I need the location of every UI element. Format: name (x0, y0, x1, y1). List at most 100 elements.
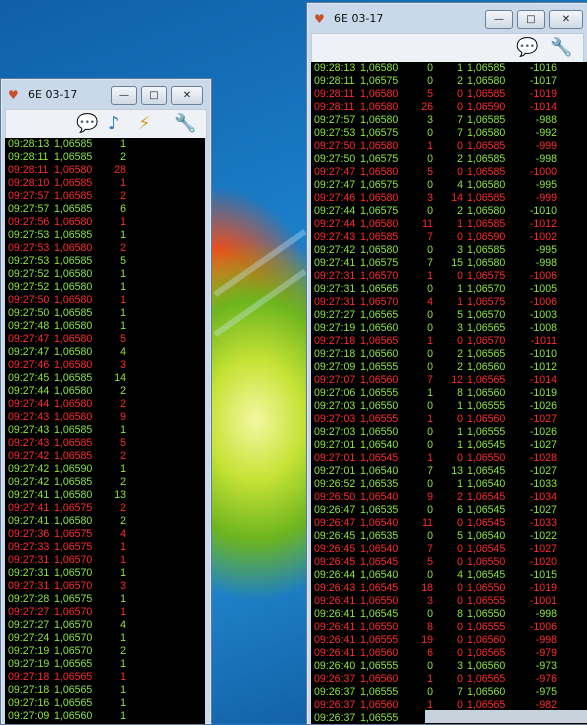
trade-volume: 13 (114, 489, 126, 501)
cumulative-delta: -979 (535, 647, 557, 659)
trade-row: 09:27:42 1,06580 0 3 1,06585 -995 (311, 244, 587, 257)
trade-time: 09:27:44 (314, 205, 356, 217)
chat-icon[interactable]: 💬 (516, 37, 538, 59)
trade-time: 09:27:18 (314, 335, 356, 347)
trade-time: 09:26:41 (314, 608, 356, 620)
trade-price: 1,06545 (360, 452, 399, 464)
trade-time: 09:27:01 (314, 452, 356, 464)
cumulative-delta: -1019 (529, 88, 557, 100)
trade-volume: 2 (120, 645, 126, 657)
quote-price: 1,06550 (467, 556, 506, 568)
trade-price: 1,06575 (54, 593, 93, 605)
wrench-icon[interactable]: 🔧 (174, 113, 196, 135)
cumulative-delta: -1008 (529, 322, 557, 334)
trade-price: 1,06580 (54, 359, 93, 371)
trade-price: 1,06575 (360, 257, 399, 269)
trade-volume: 1 (120, 567, 126, 579)
close-button[interactable]: ✕ (549, 10, 583, 29)
cumulative-delta: -999 (535, 192, 557, 204)
trade-price: 1,06575 (54, 541, 93, 553)
ask-volume: 0 (427, 439, 433, 451)
trade-row: 09:28:11 1,06575 0 2 1,06580 -1017 (311, 75, 587, 88)
cumulative-delta: -1033 (529, 478, 557, 490)
cumulative-delta: -1014 (529, 374, 557, 386)
trade-row: 09:26:47 1,06540 11 0 1,06545 -1033 (311, 517, 587, 530)
trade-row: 09:27:42 1,06590 1 (5, 463, 205, 476)
trade-time: 09:27:43 (8, 411, 50, 423)
trade-row: 09:27:18 1,06565 1 (5, 684, 205, 697)
trade-time: 09:27:43 (8, 424, 50, 436)
trade-price: 1,06565 (54, 671, 93, 683)
trade-price: 1,06580 (54, 385, 93, 397)
trade-volume: 9 (120, 411, 126, 423)
bid-volume: 0 (457, 270, 463, 282)
trade-volume: 1 (120, 216, 126, 228)
close-button[interactable]: ✕ (171, 86, 203, 105)
trade-volume: 2 (120, 515, 126, 527)
ask-volume: 0 (427, 205, 433, 217)
bid-volume: 13 (451, 465, 463, 477)
trades-list[interactable]: 09:28:13 1,06580 0 1 1,06585 -1016 09:28:11 1,0… (311, 62, 587, 724)
ask-volume: 1 (427, 270, 433, 282)
cumulative-delta: -1012 (529, 361, 557, 373)
trade-volume: 1 (120, 307, 126, 319)
trades-list[interactable]: 09:28:13 1,06585 1 09:28:11 1,06585 2 09:28:11… (5, 138, 205, 724)
cumulative-delta: -1034 (529, 491, 557, 503)
title-bar[interactable]: ♥ 6E 03-17 — □ ✕ (307, 3, 587, 33)
trade-row: 09:27:42 1,06585 2 (5, 476, 205, 489)
bid-volume: 0 (457, 140, 463, 152)
music-icon[interactable]: ♪ (108, 113, 120, 135)
bid-volume: 1 (457, 283, 463, 295)
trade-time: 09:27:52 (8, 281, 50, 293)
plug-icon[interactable]: ⚡ (138, 113, 151, 135)
cumulative-delta: -1006 (529, 621, 557, 633)
trade-volume: 1 (120, 294, 126, 306)
minimize-button[interactable]: — (111, 86, 137, 105)
trade-price: 1,06580 (54, 346, 93, 358)
trade-price: 1,06555 (360, 712, 399, 724)
ask-volume: 7 (427, 543, 433, 555)
trade-row: 09:27:50 1,06575 0 2 1,06585 -998 (311, 153, 587, 166)
trade-row: 09:27:44 1,06575 0 2 1,06580 -1010 (311, 205, 587, 218)
quote-price: 1,06555 (467, 400, 506, 412)
cumulative-delta: -1027 (529, 439, 557, 451)
trade-time: 09:27:44 (314, 218, 356, 230)
maximize-button[interactable]: □ (517, 10, 545, 29)
minimize-button[interactable]: — (485, 10, 513, 29)
trade-price: 1,06580 (54, 268, 93, 280)
trade-row: 09:28:11 1,06580 28 (5, 164, 205, 177)
trade-row: 09:27:01 1,06540 7 13 1,06545 -1027 (311, 465, 587, 478)
trade-time: 09:27:31 (8, 580, 50, 592)
quote-price: 1,06560 (467, 686, 506, 698)
wrench-icon[interactable]: 🔧 (550, 37, 572, 59)
quote-price: 1,06545 (467, 465, 506, 477)
trade-time: 09:26:37 (314, 712, 356, 724)
trade-time: 09:26:50 (314, 491, 356, 503)
trade-time: 09:26:45 (314, 543, 356, 555)
trade-row: 09:26:37 1,06555 0 7 1,06560 -975 (311, 686, 587, 699)
quote-price: 1,06570 (467, 309, 506, 321)
trade-volume: 1 (120, 632, 126, 644)
trade-row: 09:27:47 1,06580 5 0 1,06585 -1000 (311, 166, 587, 179)
trade-price: 1,06580 (360, 114, 399, 126)
time-and-sales-window-left[interactable]: ♥ 6E 03-17 — □ ✕ 💬 ♪ ⚡ 🔧 09:28:13 1,06585… (0, 78, 212, 725)
title-bar[interactable]: ♥ 6E 03-17 — □ ✕ (1, 79, 211, 109)
trade-volume: 2 (120, 476, 126, 488)
chat-icon[interactable]: 💬 (76, 113, 98, 135)
ask-volume: 0 (427, 348, 433, 360)
toolbar: 💬 ♪ ⚡ 🔧 (5, 109, 207, 139)
trade-row: 09:26:41 1,06545 0 8 1,06550 -998 (311, 608, 587, 621)
bid-volume: 0 (457, 621, 463, 633)
trade-price: 1,06540 (360, 543, 399, 555)
time-and-sales-window-right[interactable]: ♥ 6E 03-17 — □ ✕ 💬 🔧 09:28:13 1,06580 0 1 1,… (306, 2, 587, 725)
bid-volume: 7 (457, 686, 463, 698)
cumulative-delta: -999 (535, 140, 557, 152)
trade-time: 09:27:31 (314, 283, 356, 295)
trade-row: 09:27:44 1,06580 11 1 1,06585 -1012 (311, 218, 587, 231)
trade-row: 09:27:41 1,06580 13 (5, 489, 205, 502)
trade-time: 09:28:13 (314, 62, 356, 74)
trade-row: 09:27:18 1,06565 1 (5, 671, 205, 684)
maximize-button[interactable]: □ (141, 86, 167, 105)
ask-volume: 0 (427, 530, 433, 542)
trade-row: 09:26:45 1,06540 7 0 1,06545 -1027 (311, 543, 587, 556)
